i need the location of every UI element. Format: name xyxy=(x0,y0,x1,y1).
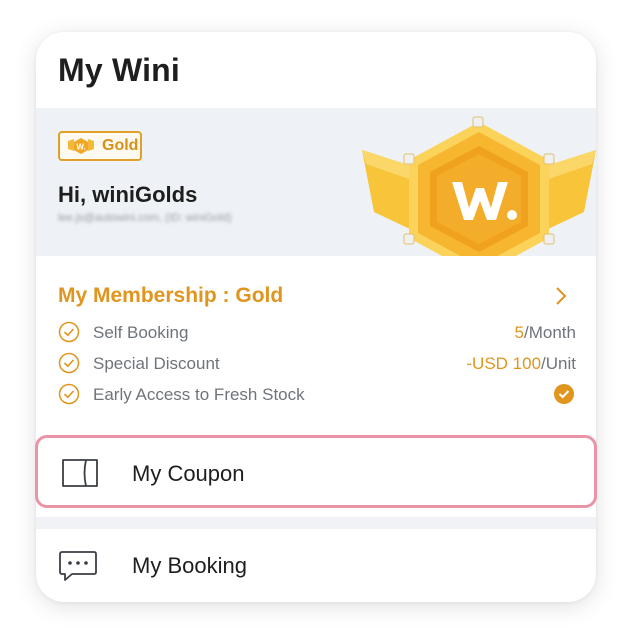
benefit-value-accent: -USD 100 xyxy=(466,354,542,373)
chat-bubble-icon xyxy=(59,551,97,581)
gold-medal-icon xyxy=(362,116,596,256)
benefit-value-unit: /Unit xyxy=(541,354,576,373)
wini-logo-icon: W. xyxy=(68,138,94,154)
check-circle-icon xyxy=(58,383,80,405)
my-wini-card: My Wini W. Gold Hi, winiGolds lee.js@aut… xyxy=(36,32,596,602)
benefit-label: Special Discount xyxy=(93,354,220,373)
membership-title: My Membership : Gold xyxy=(58,284,284,307)
section-divider xyxy=(36,517,596,529)
benefit-row: Self Booking 5/Month xyxy=(58,320,576,344)
benefit-row: Special Discount -USD 100/Unit xyxy=(58,351,576,375)
benefit-label: Self Booking xyxy=(93,323,189,342)
svg-text:W.: W. xyxy=(76,143,85,152)
benefit-value-accent: 5 xyxy=(514,323,525,342)
benefit-value: 5/Month xyxy=(515,323,576,343)
benefit-label: Early Access to Fresh Stock xyxy=(93,385,305,404)
my-booking-label: My Booking xyxy=(132,553,247,578)
membership-section[interactable]: My Membership : Gold Self Booking 5/Mont… xyxy=(36,256,596,436)
filled-check-icon xyxy=(554,384,574,404)
benefit-row: Early Access to Fresh Stock xyxy=(58,382,576,406)
benefit-value-unit: /Month xyxy=(524,323,576,342)
tier-badge: W. Gold xyxy=(58,131,142,161)
my-booking-menu-item[interactable]: My Booking xyxy=(36,529,596,601)
account-email: lee.js@autowini.com, (ID: winiGold) xyxy=(58,212,232,224)
profile-section: W. Gold Hi, winiGolds lee.js@autowini.co… xyxy=(36,108,596,256)
check-circle-icon xyxy=(58,321,80,343)
check-circle-icon xyxy=(58,352,80,374)
chevron-right-icon[interactable] xyxy=(554,286,568,306)
greeting: Hi, winiGolds xyxy=(58,182,198,207)
tier-badge-label: Gold xyxy=(102,137,139,154)
benefit-value: -USD 100/Unit xyxy=(466,354,576,374)
page-title: My Wini xyxy=(58,52,180,88)
